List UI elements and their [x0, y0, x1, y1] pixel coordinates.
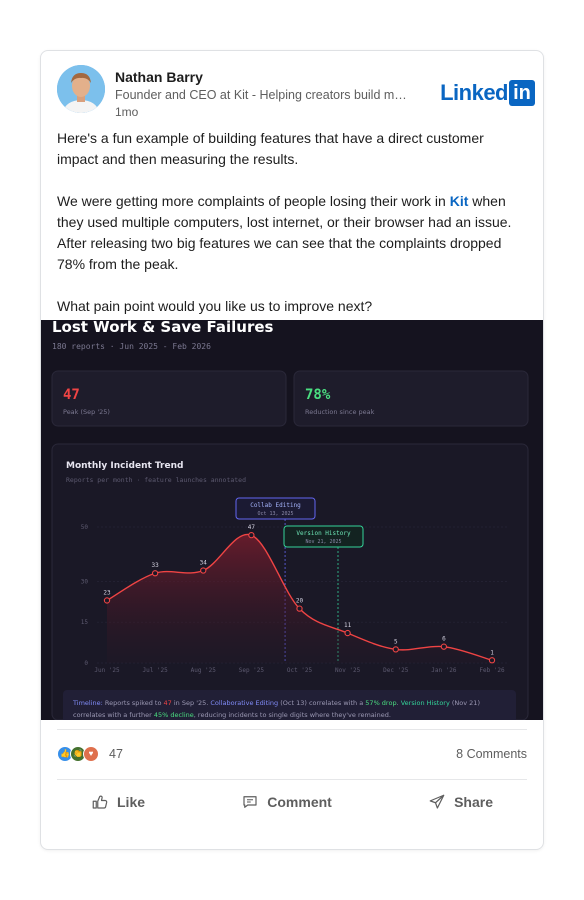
love-reaction-icon: ♥: [83, 746, 99, 762]
x-tick-label: Oct '25: [287, 667, 313, 674]
y-tick-label: 50: [81, 524, 89, 531]
data-point: [440, 643, 448, 650]
data-label: 11: [344, 622, 352, 629]
stat-peak-label: Peak (Sep '25): [63, 408, 110, 416]
post-text: Here's a fun example of building feature…: [57, 128, 527, 338]
data-point: [200, 567, 207, 574]
timeline-part: in Sep '25.: [172, 699, 211, 707]
chart-panel-subtitle: Reports per month · feature launches ann…: [66, 476, 246, 484]
comment-button[interactable]: Comment: [207, 787, 366, 817]
share-button[interactable]: Share: [394, 787, 527, 817]
linkedin-logo: Linked in: [440, 79, 535, 107]
timeline-part: Collaborative Editing: [210, 699, 278, 707]
media-graphic: Lost Work & Save Failures 180 reports · …: [41, 320, 543, 720]
send-icon: [429, 794, 445, 809]
data-point: [344, 629, 351, 637]
author-name[interactable]: Nathan Barry: [115, 69, 203, 85]
divider: [57, 729, 527, 730]
media-title: Lost Work & Save Failures: [52, 320, 274, 336]
divider: [57, 779, 527, 780]
data-label: 34: [200, 560, 208, 567]
timeline-part: (Nov 21): [450, 699, 480, 707]
data-label: 20: [296, 598, 304, 605]
x-tick-label: Aug '25: [191, 667, 217, 674]
share-label: Share: [454, 794, 493, 810]
annotation-collab-title: Collab Editing: [250, 502, 301, 509]
timeline-part: Version History: [401, 699, 450, 707]
annotation-collab-date: Oct 13, 2025: [257, 511, 293, 517]
action-bar: Like Comment Share: [57, 787, 527, 817]
x-tick-label: Jun '25: [94, 667, 120, 674]
timeline-part: 45% decline: [154, 711, 194, 719]
timeline-line-2: correlates with a further 45% decline, r…: [73, 711, 391, 719]
stat-reduction-value: 78%: [305, 387, 331, 403]
reaction-count[interactable]: 47: [109, 747, 123, 761]
chart-panel: [51, 443, 529, 720]
chart-panel-title: Monthly Incident Trend: [66, 461, 183, 471]
x-tick-label: Jul '25: [142, 667, 168, 674]
data-point: [296, 605, 303, 612]
y-tick-label: 30: [81, 578, 89, 585]
data-point: [103, 597, 111, 604]
post-text-segment: We were getting more complaints of peopl…: [57, 193, 450, 209]
timeline-part: 57% drop: [365, 699, 396, 707]
post-image[interactable]: Lost Work & Save Failures 180 reports · …: [41, 320, 543, 720]
data-label: 5: [394, 638, 398, 645]
y-tick-label: 15: [81, 619, 89, 626]
reaction-icons[interactable]: 👍 👏 ♥: [57, 746, 99, 762]
stat-peak-value: 47: [63, 387, 80, 403]
data-label: 23: [103, 589, 111, 596]
linkedin-logo-text: Linked: [440, 80, 508, 105]
post-time: 1mo: [115, 105, 139, 119]
like-label: Like: [117, 794, 146, 810]
x-tick-label: Sep '25: [239, 667, 265, 674]
post-paragraph: We were getting more complaints of peopl…: [57, 191, 527, 275]
post-paragraph: What pain point would you like us to imp…: [57, 298, 373, 314]
stat-card-peak: [51, 370, 287, 427]
x-tick-label: Dec '25: [383, 667, 409, 674]
post-paragraph: Here's a fun example of building feature…: [57, 130, 484, 167]
annotation-version-title: Version History: [296, 530, 351, 537]
x-tick-label: Jan '26: [431, 667, 457, 674]
media-subtitle: 180 reports · Jun 2025 - Feb 2026: [52, 342, 211, 351]
timeline-part: 47: [164, 699, 172, 707]
timeline-label: Timeline:: [72, 699, 103, 707]
data-label: 1: [490, 649, 494, 656]
post-card: Nathan Barry Founder and CEO at Kit - He…: [40, 50, 544, 850]
comments-count[interactable]: 8 Comments: [456, 747, 527, 761]
stat-reduction-label: Reduction since peak: [305, 408, 375, 416]
data-label: 47: [248, 524, 256, 531]
reactions-bar: 👍 👏 ♥ 47 8 Comments: [57, 745, 527, 765]
thumbs-up-icon: [92, 795, 108, 809]
timeline-part: correlates with a further: [73, 711, 154, 719]
timeline-part: Reports spiked to: [103, 699, 164, 707]
author-subtitle: Founder and CEO at Kit - Helping creator…: [115, 88, 407, 102]
timeline-part: (Oct 13) correlates with a: [278, 699, 365, 707]
x-tick-label: Nov '25: [335, 667, 361, 674]
data-label: 33: [152, 562, 160, 569]
x-tick-label: Feb '26: [479, 667, 505, 674]
data-point: [488, 657, 496, 664]
y-tick-label: 0: [84, 660, 88, 667]
data-point: [248, 532, 255, 539]
timeline-line-1: Timeline: Reports spiked to 47 in Sep '2…: [72, 699, 480, 707]
timeline-part: , reducing incidents to single digits wh…: [194, 711, 391, 719]
avatar[interactable]: [57, 65, 105, 113]
comment-icon: [243, 796, 257, 808]
post-header: Nathan Barry Founder and CEO at Kit - He…: [57, 65, 535, 121]
linkedin-logo-box: in: [509, 80, 535, 106]
data-point: [392, 646, 399, 653]
kit-mention-link[interactable]: Kit: [450, 193, 469, 209]
data-label: 6: [442, 636, 446, 643]
comment-label: Comment: [267, 794, 332, 810]
like-button[interactable]: Like: [57, 787, 179, 817]
data-point: [151, 570, 159, 577]
annotation-version-date: Nov 21, 2025: [305, 539, 341, 545]
